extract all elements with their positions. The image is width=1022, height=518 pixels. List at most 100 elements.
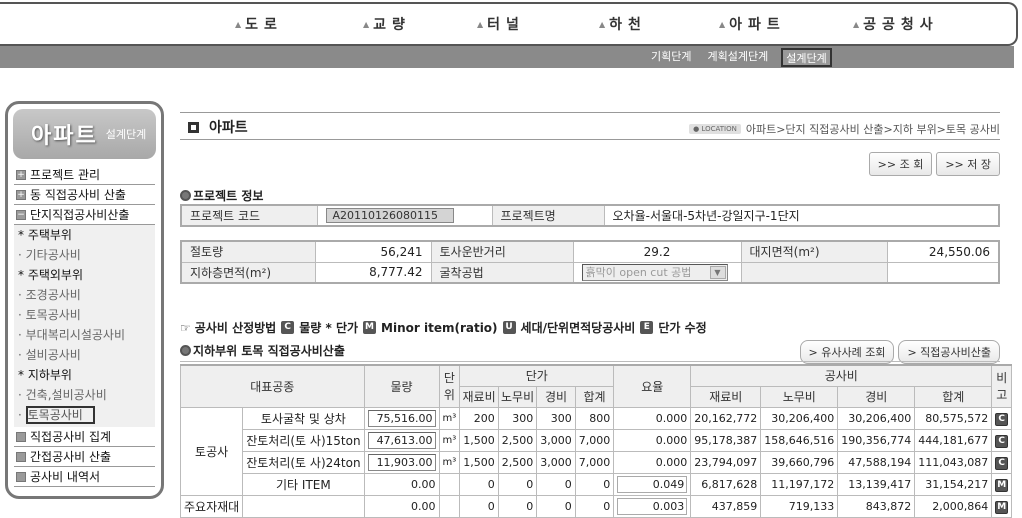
price-material: 200	[459, 406, 499, 430]
excavation-method-select[interactable]: 흙막이 open cut 공법 ▼	[581, 263, 728, 281]
sidebar-item-building-direct-cost[interactable]: + 동 직접공사비 산출	[14, 185, 155, 205]
quantity-input[interactable]: 11,903.00	[367, 453, 436, 471]
bullet-circle-icon	[180, 190, 191, 201]
cost-labor: 30,206,400	[760, 406, 839, 430]
price-labor: 300	[497, 406, 538, 430]
nav-item-public-office[interactable]: ▲ 공공청사	[853, 14, 973, 34]
table-row: 잔토처리(토 사)24ton 11,903.00 m³ 1,500 2,500 …	[181, 450, 1013, 474]
dropdown-arrow-icon: ▼	[709, 265, 726, 279]
submenu-item-equipment-cost[interactable]: · 설비공사비	[14, 345, 155, 365]
triangle-icon: ▲	[853, 19, 860, 29]
legend-m-icon: M	[363, 321, 377, 334]
save-button[interactable]: >> 저 장	[936, 152, 1000, 176]
submenu-item-building-equipment-cost[interactable]: · 건축,설비공사비	[14, 385, 155, 405]
square-bullet-icon	[16, 451, 26, 462]
top-navigation: ▲ 도로 ▲ 교량 ▲ 터널 ▲ 하천 ▲ 아파트 ▲ 공공청사	[0, 2, 1018, 46]
cost-material: 20,162,772	[690, 406, 762, 430]
method-c-icon[interactable]: C	[995, 435, 1009, 448]
table-row: 잔토처리(토 사)15ton 47,613.00 m³ 1,500 2,500 …	[181, 428, 1013, 452]
cost-labor: 11,197,172	[760, 472, 839, 496]
main-content: 아파트 ● LOCATION 아파트>단지 직접공사비 산출>지하 부위>토목 …	[179, 112, 1013, 518]
price-total: 7,000	[574, 450, 615, 474]
nav-item-road[interactable]: ▲ 도로	[235, 14, 363, 34]
price-material: 0	[459, 472, 499, 496]
nav-item-tunnel[interactable]: ▲ 터널	[477, 14, 599, 34]
cost-expense: 190,356,774	[837, 428, 916, 452]
submenu-category-underground: * 지하부위	[18, 368, 72, 382]
rate-input[interactable]: 0.049	[617, 475, 688, 493]
submenu-category-housing: * 주택부위	[18, 228, 72, 242]
submenu-item-welfare-facility-cost[interactable]: · 부대복리시설공사비	[14, 325, 155, 345]
triangle-icon: ▲	[719, 19, 726, 29]
rate-input[interactable]: 0.003	[617, 497, 688, 515]
header-price-total: 합계	[574, 385, 615, 408]
price-total: 7,000	[574, 428, 615, 452]
sidebar-item-complex-direct-cost[interactable]: − 단지직접공사비산출	[14, 205, 155, 225]
price-labor: 0	[497, 472, 538, 496]
row-item: 잔토처리(토 사)24ton	[242, 450, 365, 474]
stage-planning[interactable]: 기획단계	[648, 48, 694, 67]
header-cost: 공사비	[690, 364, 993, 387]
header-cost-expense: 경비	[837, 385, 916, 408]
triangle-icon: ▲	[235, 19, 242, 29]
legend-u-icon: U	[502, 321, 516, 334]
sidebar-item-cost-statement[interactable]: 공사비 내역서	[14, 467, 155, 487]
price-expense: 3,000	[536, 450, 576, 474]
location-badge: ● LOCATION	[689, 124, 741, 134]
project-info-heading: 프로젝트 정보	[180, 187, 263, 204]
search-button[interactable]: >> 조 회	[868, 152, 933, 176]
stage-design[interactable]: 설계단계	[781, 48, 832, 67]
submenu-item-other-cost[interactable]: · 기타공사비	[14, 245, 155, 265]
price-material: 1,500	[459, 450, 499, 474]
sidebar-item-direct-cost-summary[interactable]: 직접공사비 집계	[14, 427, 155, 447]
nav-item-apartment[interactable]: ▲ 아파트	[719, 14, 853, 34]
cost-material: 95,178,387	[690, 428, 762, 452]
quantity-input[interactable]: 47,613.00	[367, 431, 436, 449]
row-unit: m³	[438, 406, 461, 430]
triangle-icon: ▲	[477, 19, 484, 29]
nav-item-bridge[interactable]: ▲ 교량	[363, 14, 477, 34]
submenu-item-landscape-cost[interactable]: · 조경공사비	[14, 285, 155, 305]
price-expense: 3,000	[536, 428, 576, 452]
method-c-icon[interactable]: C	[995, 457, 1009, 470]
method-m-icon[interactable]: M	[995, 501, 1009, 514]
stage-schematic-design[interactable]: 계획설계단계	[704, 48, 771, 67]
header-cost-material: 재료비	[690, 385, 762, 408]
method-c-icon[interactable]: C	[995, 413, 1009, 426]
row-item: 토사굴착 및 상차	[242, 406, 365, 430]
row-group: 토공사	[179, 406, 244, 496]
submenu-item-civil-cost[interactable]: · 토목공사비	[14, 305, 155, 325]
header-price-material: 재료비	[459, 385, 499, 408]
cut-volume-value: 56,241	[314, 240, 432, 263]
quantity-input[interactable]: 75,516.00	[367, 409, 436, 427]
nav-item-river[interactable]: ▲ 하천	[599, 14, 719, 34]
price-total: 0	[574, 472, 615, 496]
square-bullet-icon	[16, 471, 26, 482]
submenu-item-underground-civil-cost[interactable]: · 토목공사비	[14, 405, 155, 425]
basement-area-label: 지하층면적(m²)	[180, 261, 316, 284]
sidebar-item-indirect-cost[interactable]: 간접공사비 산출	[14, 447, 155, 467]
project-name-value: 오차율-서울대-5차년-강일지구-1단지	[603, 204, 1000, 227]
table-row: 토공사 토사굴착 및 상차 75,516.00 m³ 200 300 300 8…	[179, 406, 1013, 496]
header-price-labor: 노무비	[497, 385, 538, 408]
quantity-value: 0.00	[363, 472, 440, 496]
price-expense: 0	[536, 472, 576, 496]
haul-distance-value: 29.2	[572, 240, 742, 263]
header-quantity: 물량	[363, 364, 440, 408]
cut-volume-label: 절토량	[180, 240, 316, 263]
sidebar-submenu: * 주택부위 · 기타공사비 * 주택외부위 · 조경공사비 · 토목공사비 ·…	[14, 225, 155, 427]
cost-table: 대표공종 물량 단위 단가 요율 공사비 비고 재료비 노무비 경비 합계 재료…	[179, 364, 1013, 518]
cost-labor: 158,646,516	[760, 428, 839, 452]
sidebar-item-project-management[interactable]: + 프로젝트 관리	[14, 165, 155, 185]
triangle-icon: ▲	[599, 19, 606, 29]
row-unit: m³	[438, 428, 461, 452]
project-info-table: 프로젝트 코드 A20110126080115 프로젝트명 오차율-서울대-5차…	[180, 204, 1000, 227]
header-unit: 단위	[438, 364, 461, 408]
table-row: 기타 ITEM 0.00 0 0 0 0 0.049 6,817,628 11,…	[181, 472, 1013, 496]
method-m-icon[interactable]: M	[995, 479, 1009, 492]
price-labor: 2,500	[497, 428, 538, 452]
project-code-field[interactable]: A20110126080115	[325, 208, 454, 223]
header-cost-total: 합계	[914, 385, 993, 408]
site-area-value: 24,550.06	[886, 240, 1000, 263]
header-unit-price: 단가	[459, 364, 615, 387]
